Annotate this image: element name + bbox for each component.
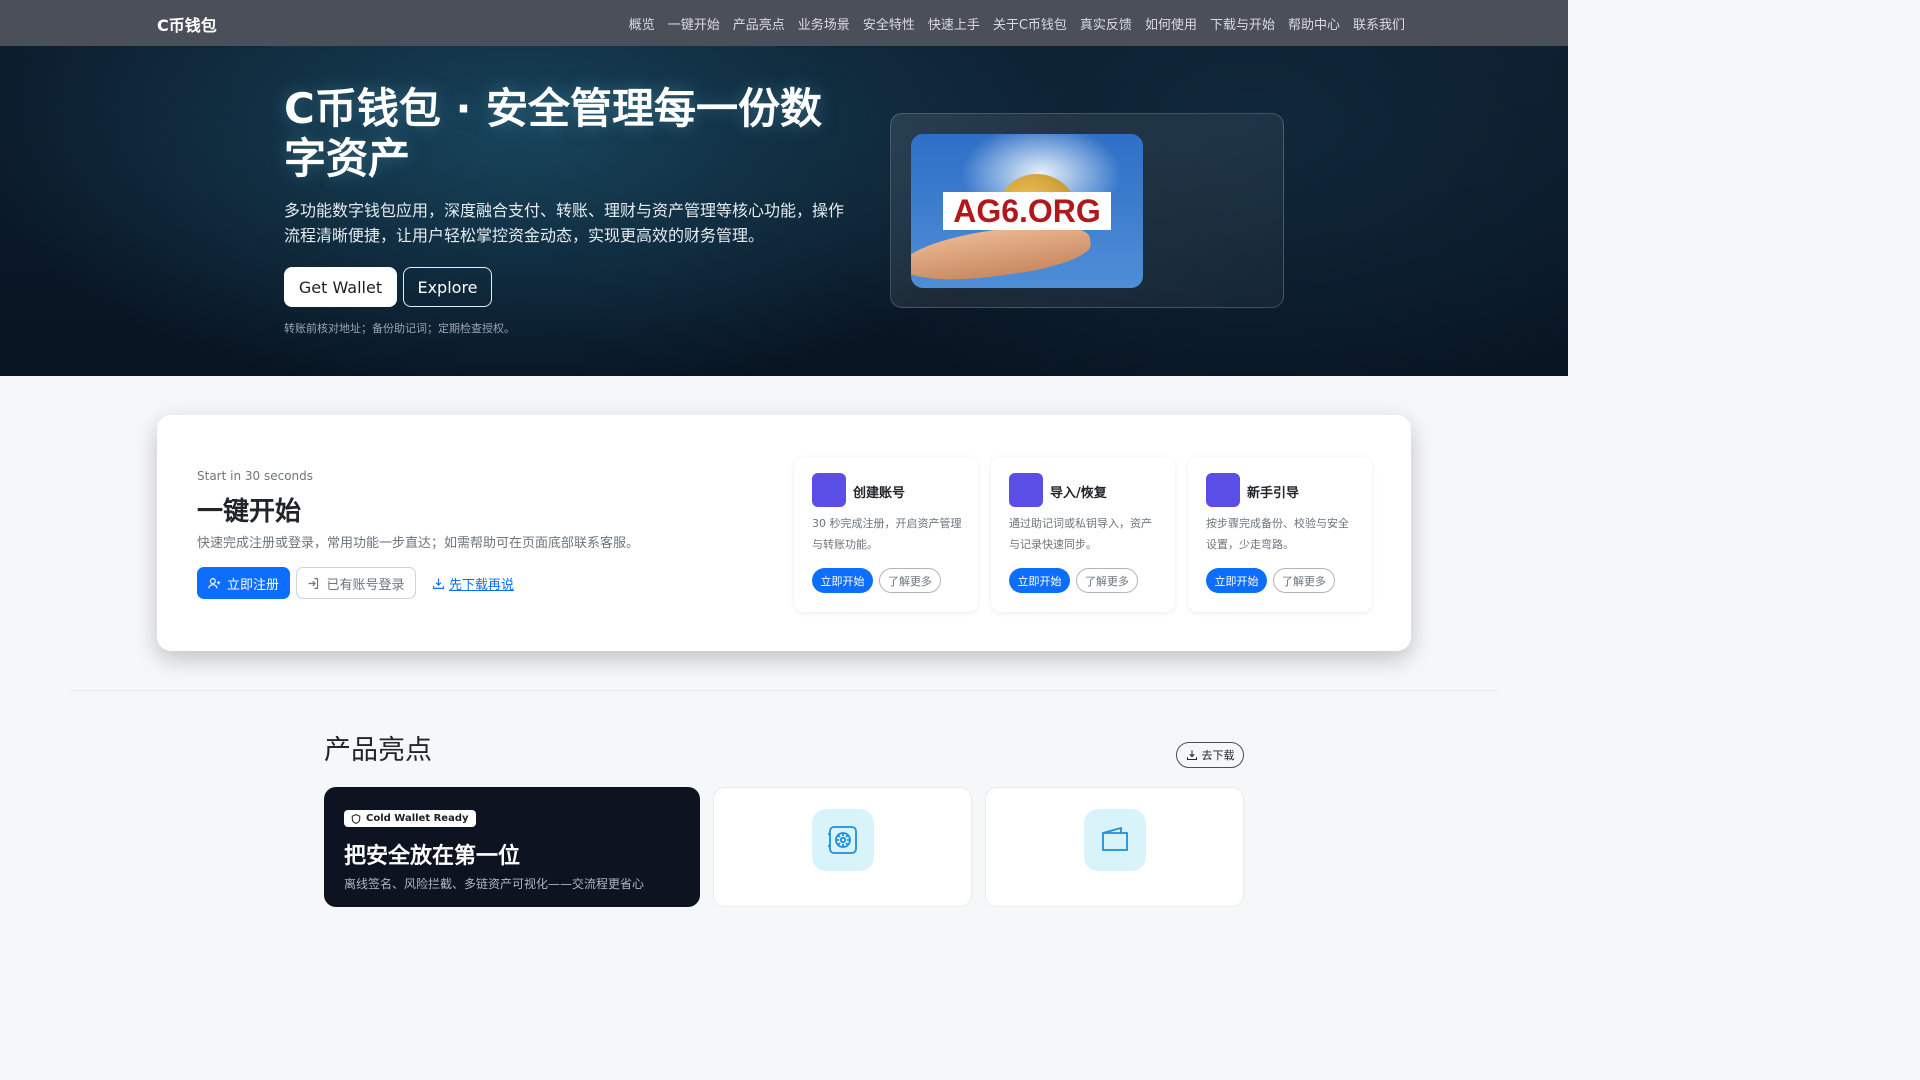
create-account-start-button[interactable]: 立即开始 — [812, 568, 873, 593]
nav-link-overview[interactable]: 概览 — [629, 14, 655, 33]
nav-link-getting-started[interactable]: 快速上手 — [928, 14, 980, 33]
feature-card-wallet — [985, 787, 1244, 907]
import-restore-description: 通过助记词或私钥导入，资产与记录快速同步。 — [1009, 517, 1152, 551]
hero-section: C币钱包 · 安全管理每一份数字资产 多功能数字钱包应用，深度融合支付、转账、理… — [0, 46, 1568, 376]
beginner-guide-start-button[interactable]: 立即开始 — [1206, 568, 1267, 593]
download-first-label: 先下载再说 — [449, 578, 515, 593]
quick-start-title: 一键开始 — [197, 497, 302, 527]
import-restore-more-button[interactable]: 了解更多 — [1076, 568, 1138, 593]
register-button[interactable]: 立即注册 — [197, 567, 290, 599]
cold-wallet-badge-label: Cold Wallet Ready — [366, 813, 469, 824]
quick-start-card: Start in 30 seconds 一键开始 快速完成注册或登录，常用功能一… — [157, 415, 1411, 651]
nav-link-reviews[interactable]: 真实反馈 — [1080, 14, 1132, 33]
download-icon — [432, 577, 445, 590]
hero-image: AG6.ORG — [911, 134, 1143, 288]
quick-start-description: 快速完成注册或登录，常用功能一步直达；如需帮助可在页面底部联系客服。 — [197, 536, 640, 551]
get-wallet-button[interactable]: Get Wallet — [284, 267, 397, 307]
safe-icon — [812, 809, 874, 871]
create-account-title: 创建账号 — [853, 486, 906, 501]
nav-link-contact[interactable]: 联系我们 — [1353, 14, 1405, 33]
beginner-guide-more-button[interactable]: 了解更多 — [1273, 568, 1335, 593]
hero-safety-tip: 转账前核对地址；备份助记词；定期检查授权。 — [284, 322, 515, 335]
brand-logo[interactable]: C币钱包 — [157, 12, 217, 36]
user-plus-icon — [208, 577, 221, 590]
beginner-guide-card: 新手引导 按步骤完成备份、校验与安全设置，少走弯路。 立即开始 了解更多 — [1188, 457, 1372, 612]
highlights-title: 产品亮点 — [324, 735, 432, 766]
nav-link-download[interactable]: 下载与开始 — [1210, 14, 1275, 33]
nav-link-quick-start[interactable]: 一键开始 — [668, 14, 720, 33]
wallet-icon — [1084, 809, 1146, 871]
featured-highlight-title: 把安全放在第一位 — [344, 844, 521, 869]
hero-image-card: AG6.ORG — [890, 113, 1284, 308]
import-restore-icon — [1009, 473, 1043, 507]
quick-start-kicker: Start in 30 seconds — [197, 469, 314, 483]
login-button-label: 已有账号登录 — [326, 577, 405, 593]
create-account-description: 30 秒完成注册，开启资产管理与转账功能。 — [812, 517, 962, 551]
shield-icon — [351, 813, 361, 824]
nav-link-highlights[interactable]: 产品亮点 — [733, 14, 785, 33]
create-account-icon — [812, 473, 846, 507]
top-navbar: C币钱包 概览 一键开始 产品亮点 业务场景 安全特性 快速上手 关于C币钱包 … — [0, 0, 1568, 46]
beginner-guide-description: 按步骤完成备份、校验与安全设置，少走弯路。 — [1206, 517, 1349, 551]
section-divider — [70, 690, 1498, 691]
nav-link-scenarios[interactable]: 业务场景 — [798, 14, 850, 33]
login-icon — [307, 577, 320, 590]
create-account-more-button[interactable]: 了解更多 — [879, 568, 941, 593]
feature-card-safe — [713, 787, 972, 907]
import-restore-card: 导入/恢复 通过助记词或私钥导入，资产与记录快速同步。 立即开始 了解更多 — [991, 457, 1175, 612]
cold-wallet-badge: Cold Wallet Ready — [344, 810, 476, 827]
nav-link-about[interactable]: 关于C币钱包 — [993, 14, 1067, 33]
import-restore-title: 导入/恢复 — [1050, 486, 1107, 501]
import-restore-start-button[interactable]: 立即开始 — [1009, 568, 1070, 593]
download-first-link[interactable]: 先下载再说 — [432, 574, 514, 593]
go-download-button[interactable]: 去下载 — [1176, 742, 1244, 768]
download-icon — [1186, 749, 1198, 761]
nav-link-security[interactable]: 安全特性 — [863, 14, 915, 33]
image-watermark: AG6.ORG — [943, 192, 1111, 230]
explore-button[interactable]: Explore — [403, 267, 492, 307]
nav-link-help[interactable]: 帮助中心 — [1288, 14, 1340, 33]
go-download-label: 去下载 — [1201, 749, 1235, 762]
hero-description: 多功能数字钱包应用，深度融合支付、转账、理财与资产管理等核心功能，操作流程清晰便… — [284, 201, 845, 245]
create-account-card: 创建账号 30 秒完成注册，开启资产管理与转账功能。 立即开始 了解更多 — [794, 457, 978, 612]
login-button[interactable]: 已有账号登录 — [296, 567, 416, 599]
beginner-guide-title: 新手引导 — [1247, 486, 1300, 501]
register-button-label: 立即注册 — [226, 577, 279, 593]
hero-title: C币钱包 · 安全管理每一份数字资产 — [284, 84, 823, 183]
nav-link-how-to-use[interactable]: 如何使用 — [1145, 14, 1197, 33]
featured-highlight-card: Cold Wallet Ready 把安全放在第一位 离线签名、风险拦截、多链资… — [324, 787, 700, 907]
beginner-guide-icon — [1206, 473, 1240, 507]
featured-highlight-subtitle: 离线签名、风险拦截、多链资产可视化——交流程更省心 — [344, 877, 645, 891]
nav-links: 概览 一键开始 产品亮点 业务场景 安全特性 快速上手 关于C币钱包 真实反馈 … — [629, 14, 1405, 33]
